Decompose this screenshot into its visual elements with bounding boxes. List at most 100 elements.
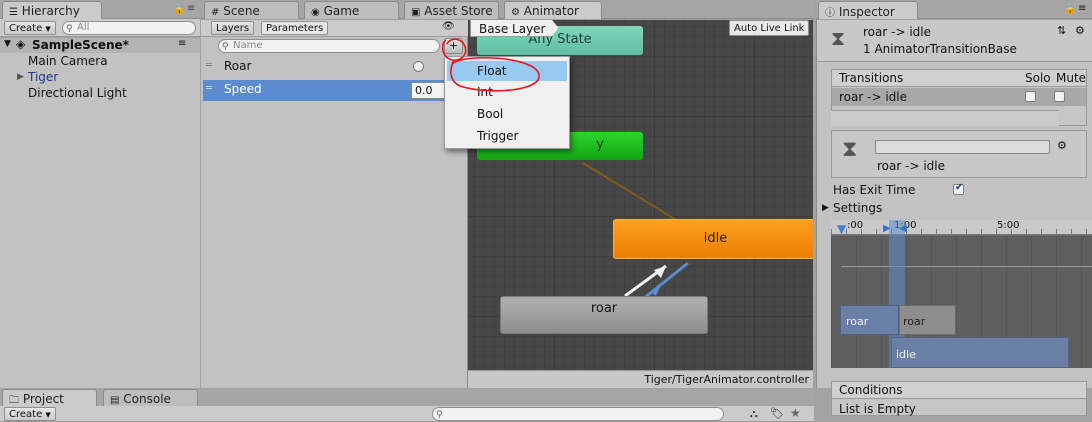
clip-roar-tail[interactable]: roar	[899, 305, 956, 335]
mute-checkbox[interactable]	[1054, 91, 1065, 102]
inspector-title: roar -> idle	[863, 25, 931, 39]
search-icon: ⚲	[436, 410, 443, 420]
info-icon: ⓘ	[825, 8, 835, 19]
add-parameter-button[interactable]: +	[444, 38, 463, 54]
shop-icon: ▣	[411, 7, 421, 18]
menu-item-trigger[interactable]: Trigger	[447, 126, 567, 146]
hierarchy-item-main-camera[interactable]: Main Camera	[28, 54, 108, 68]
arrow-head-white	[654, 266, 666, 278]
plus-icon: +	[448, 39, 459, 52]
transition-icon: ⧗	[831, 26, 846, 50]
project-create-button[interactable]: Create ▼	[4, 407, 56, 421]
expand-arrow-icon[interactable]: ▼	[4, 39, 11, 49]
parameter-search-input[interactable]: ⚲ Name	[218, 39, 440, 53]
parameter-name: Speed	[224, 82, 262, 96]
collapsed-arrow-icon[interactable]: ▶	[17, 72, 24, 82]
timeline-start-marker-icon[interactable]: ▼	[837, 222, 846, 236]
transition-icon: ⧗	[842, 137, 858, 162]
hierarchy-create-button[interactable]: Create ▼	[4, 21, 56, 35]
settings-gear-icon[interactable]: ⚙	[1075, 24, 1085, 37]
hierarchy-item-directional-light[interactable]: Directional Light	[28, 86, 127, 100]
drag-handle-icon[interactable]: ═	[206, 83, 212, 94]
parameter-name: Roar	[224, 59, 252, 73]
solo-checkbox[interactable]	[1025, 91, 1036, 102]
dropdown-arrow-icon: ▼	[45, 25, 51, 33]
scene-row[interactable]: ▼ ◈ SampleScene* ≡	[0, 37, 200, 53]
folder-icon: 🗀	[9, 395, 19, 406]
lock-icon[interactable]: 🔒	[173, 4, 185, 15]
settings-expand-icon[interactable]: ▶	[822, 203, 829, 213]
scene-menu-icon[interactable]: ≡	[178, 38, 186, 49]
clip-roar-source[interactable]: roar	[840, 305, 899, 335]
settings-gear-icon[interactable]: ⚙	[1057, 139, 1067, 152]
state-roar[interactable]: roar	[500, 296, 708, 334]
tab-project[interactable]: 🗀 Project	[2, 389, 97, 406]
parameter-row-roar[interactable]: ═ Roar	[203, 56, 466, 78]
lock-icon[interactable]: 🔒	[1064, 4, 1076, 15]
has-exit-time-checkbox[interactable]: ✔	[953, 182, 964, 195]
transition-timeline[interactable]: :00 1:00 5:00 ▼ ▶ ◀ roar roar idle	[831, 220, 1092, 368]
filter-by-label-icon[interactable]: 🏷	[770, 407, 784, 420]
inspector-header: ⧗ roar -> idle 1 AnimatorTransitionBase …	[817, 20, 1092, 62]
controller-path: Tiger/TigerAnimator.controller	[644, 373, 809, 386]
transition-row[interactable]: roar -> idle	[832, 88, 1086, 106]
timeline-label-0: :00	[847, 220, 864, 231]
project-search-input[interactable]: ⚲	[432, 407, 724, 421]
inspector-tab[interactable]: ⓘ Inspector	[818, 1, 918, 19]
timeline-label-5: 5:00	[997, 220, 1020, 231]
transition-end-handle-icon[interactable]: ◀	[899, 223, 907, 234]
hierarchy-search-input[interactable]: ⚲ All	[62, 21, 196, 35]
menu-item-int[interactable]: Int	[447, 82, 567, 102]
transition-start-handle-icon[interactable]: ▶	[883, 223, 891, 234]
favorite-star-icon[interactable]: ★	[790, 406, 801, 420]
preset-icon[interactable]: ⇅	[1057, 24, 1066, 37]
controller-path-bar: Tiger/TigerAnimator.controller	[468, 370, 813, 388]
menu-item-float[interactable]: Float	[447, 61, 567, 81]
parameter-row-speed[interactable]: ═ Speed 0.0	[203, 80, 466, 101]
conditions-empty: List is Empty	[839, 402, 916, 416]
settings-foldout[interactable]: Settings	[833, 201, 882, 215]
menu-icon[interactable]: ≡	[1078, 3, 1086, 14]
hierarchy-item-tiger[interactable]: Tiger	[28, 70, 58, 84]
conditions-box: Conditions List is Empty	[831, 381, 1087, 416]
menu-icon[interactable]: ≡	[187, 3, 195, 14]
parameter-type-menu: Float Int Bool Trigger	[444, 56, 570, 149]
auto-live-link-toggle[interactable]: Auto Live Link	[729, 20, 810, 36]
hierarchy-tab[interactable]: ☰ Hierarchy	[2, 1, 102, 19]
tab-asset-store[interactable]: ▣ Asset Store	[404, 1, 499, 19]
tab-animator[interactable]: ⚙ Animator	[504, 1, 602, 19]
tab-scene[interactable]: # Scene	[204, 1, 299, 19]
clip-idle-destination[interactable]: idle	[891, 337, 1069, 368]
dropdown-arrow-icon: ▼	[45, 411, 51, 419]
trigger-radio[interactable]	[413, 61, 424, 72]
transition-detail-box: ⧗ ⚙ roar -> idle	[831, 130, 1087, 178]
state-idle[interactable]: idle	[613, 219, 813, 259]
tab-game[interactable]: ◉ Game	[304, 1, 399, 19]
subtab-parameters[interactable]: Parameters	[261, 21, 329, 35]
subtab-layers[interactable]: Layers	[211, 21, 255, 35]
animator-icon: ⚙	[511, 7, 520, 18]
scene-icon: #	[211, 7, 220, 18]
tab-console[interactable]: ▤ Console	[103, 389, 198, 406]
drag-handle-icon[interactable]: ═	[206, 60, 212, 71]
transitions-list: Transitions Solo Mute roar -> idle	[831, 69, 1087, 126]
menu-item-bool[interactable]: Bool	[447, 104, 567, 124]
search-icon: ⚲	[66, 24, 73, 34]
inspector-subtitle: 1 AnimatorTransitionBase	[863, 42, 1017, 56]
transitions-header: Transitions Solo Mute	[832, 70, 1086, 87]
timeline-divider	[841, 266, 1092, 267]
transition-name-field[interactable]	[875, 140, 1050, 154]
conditions-header: Conditions	[832, 382, 1086, 399]
list-icon: ☰	[9, 7, 18, 18]
filter-by-type-icon[interactable]: ⛬	[750, 407, 758, 421]
eye-icon[interactable]: 👁	[442, 21, 455, 32]
has-exit-time-label: Has Exit Time	[833, 183, 916, 197]
checkmark-icon: ✔	[955, 182, 964, 193]
scene-name: SampleScene*	[32, 38, 129, 52]
list-footer	[831, 110, 1059, 126]
breadcrumb-base-layer[interactable]: Base Layer	[470, 19, 559, 37]
search-icon: ⚲	[222, 42, 229, 52]
console-icon: ▤	[110, 395, 120, 406]
timeline-ruler	[831, 220, 1092, 235]
entry-to-idle-arrow	[582, 162, 679, 222]
